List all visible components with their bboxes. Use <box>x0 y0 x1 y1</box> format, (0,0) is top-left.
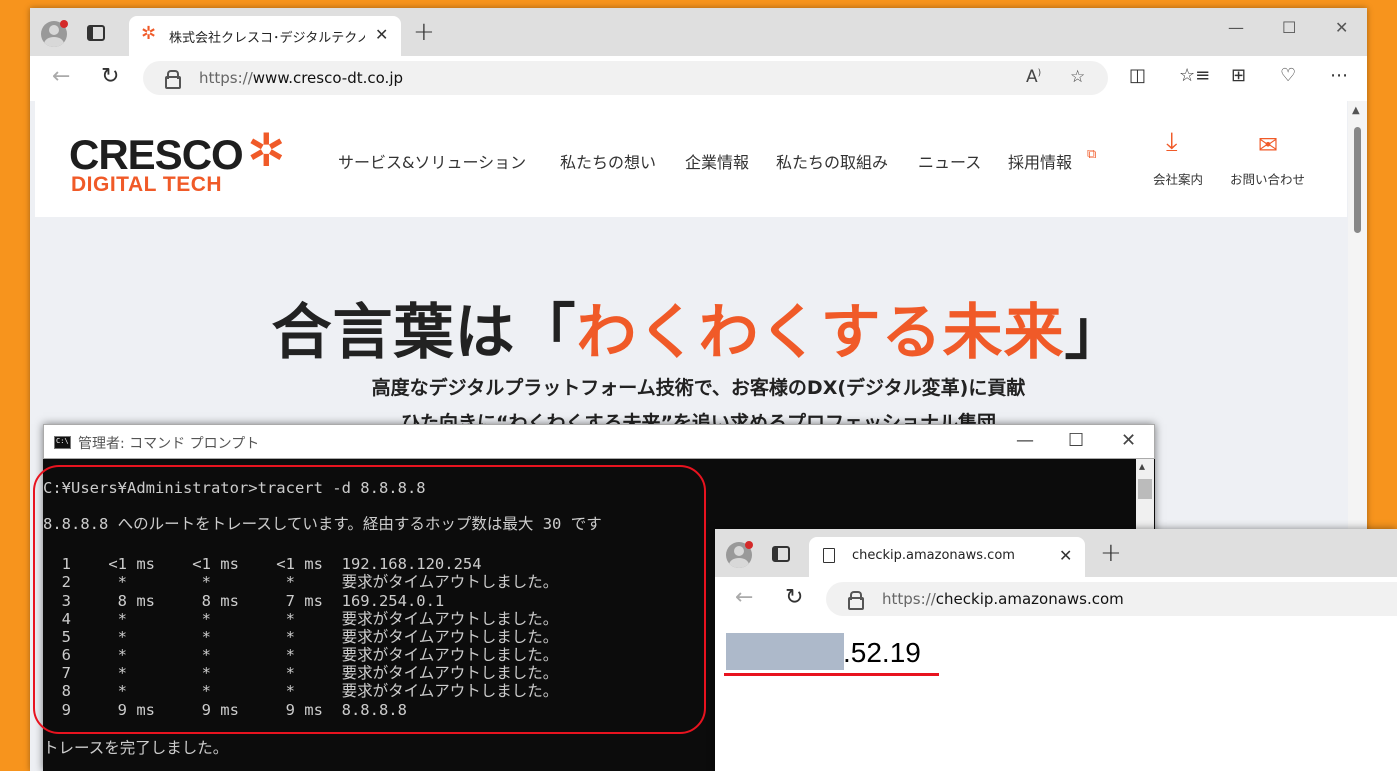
console-line: 7 * * * 要求がタイムアウトしました。 <box>43 664 559 682</box>
tab-strip-2: checkip.amazonaws.com ✕ + <box>715 529 1397 577</box>
split-screen-icon[interactable]: ◫ <box>1129 65 1146 86</box>
notification-dot-icon <box>745 541 753 549</box>
checkip-browser-window: checkip.amazonaws.com ✕ + ← ↻ https://ch… <box>715 529 1397 771</box>
new-tab-icon[interactable]: + <box>413 17 435 47</box>
console-line: 8.8.8.8 へのルートをトレースしています。経由するホップ数は最大 30 で… <box>43 515 602 533</box>
scroll-thumb[interactable] <box>1354 127 1361 233</box>
favorite-star-icon[interactable]: ☆ <box>1070 67 1085 87</box>
browser-essentials-icon[interactable]: ♡ <box>1280 65 1296 86</box>
browser-toolbar: ← ↻ https://www.cresco-dt.co.jp A) ☆ ◫ ☆… <box>30 56 1367 101</box>
logo-sub-text[interactable]: DIGITAL TECH <box>71 173 222 197</box>
close-window-icon[interactable]: ✕ <box>1335 18 1348 37</box>
back-icon[interactable]: ← <box>735 585 753 610</box>
tab-actions-icon[interactable] <box>772 546 790 562</box>
address-bar[interactable]: https://checkip.amazonaws.com <box>826 582 1397 616</box>
cresco-favicon-icon: ✲ <box>141 23 157 44</box>
redacted-ip-block <box>726 633 844 670</box>
cmd-scroll-thumb[interactable] <box>1138 479 1152 499</box>
tab-actions-icon[interactable] <box>87 25 105 41</box>
lock-icon[interactable] <box>848 591 864 610</box>
browser-toolbar-2: ← ↻ https://checkip.amazonaws.com <box>715 577 1397 622</box>
tab-title: checkip.amazonaws.com <box>852 548 1015 563</box>
refresh-icon[interactable]: ↻ <box>101 64 119 89</box>
more-icon[interactable]: ⋯ <box>1330 65 1348 86</box>
nav-philosophy[interactable]: 私たちの想い <box>560 149 656 173</box>
minimize-icon[interactable]: — <box>1228 18 1244 37</box>
console-line: 5 * * * 要求がタイムアウトしました。 <box>43 628 559 646</box>
cmd-title: 管理者: コマンド プロンプト <box>78 436 260 452</box>
site-header: CRESCO ✲ DIGITAL TECH サービス&ソリューション 私たちの想… <box>35 101 1347 217</box>
new-tab-icon[interactable]: + <box>1100 538 1122 568</box>
address-bar[interactable]: https://www.cresco-dt.co.jp A) ☆ <box>143 61 1108 95</box>
nav-initiatives[interactable]: 私たちの取組み <box>776 149 888 173</box>
cresco-logo-icon[interactable]: ✲ <box>247 123 286 177</box>
nav-recruit[interactable]: 採用情報 <box>1008 149 1072 173</box>
cmd-maximize-icon[interactable]: ☐ <box>1068 430 1084 451</box>
url-text[interactable]: https://checkip.amazonaws.com <box>882 590 1124 608</box>
contact-label[interactable]: お問い合わせ <box>1230 169 1305 188</box>
nav-services[interactable]: サービス&ソリューション <box>338 149 526 173</box>
maximize-icon[interactable]: ☐ <box>1282 18 1296 37</box>
refresh-icon[interactable]: ↻ <box>785 585 803 610</box>
notification-dot-icon <box>60 20 68 28</box>
cmd-titlebar[interactable]: 管理者: コマンド プロンプト — ☐ ✕ <box>43 424 1155 459</box>
cmd-close-icon[interactable]: ✕ <box>1121 430 1136 451</box>
console-line: 2 * * * 要求がタイムアウトしました。 <box>43 573 559 591</box>
company-brochure-label[interactable]: 会社案内 <box>1153 169 1203 188</box>
console-line: 6 * * * 要求がタイムアウトしました。 <box>43 646 559 664</box>
cmd-app-icon <box>54 436 71 449</box>
console-line: 1 <1 ms <1 ms <1 ms 192.168.120.254 <box>43 555 482 573</box>
collections-icon[interactable]: ⊞ <box>1231 65 1246 86</box>
favorites-icon[interactable]: ☆≡ <box>1179 65 1210 86</box>
download-icon[interactable]: ⤓ <box>1166 127 1178 158</box>
tab-strip: ✲ 株式会社クレスコ･デジタルテクノロジー ✕ + — ☐ ✕ <box>30 8 1367 56</box>
nav-company[interactable]: 企業情報 <box>685 149 749 173</box>
back-icon[interactable]: ← <box>52 64 70 89</box>
hero-headline: 合言葉は「わくわくする未来」 <box>271 298 1126 368</box>
close-tab-icon[interactable]: ✕ <box>1059 546 1072 565</box>
console-line: 9 9 ms 9 ms 9 ms 8.8.8.8 <box>43 701 407 719</box>
hero-subline-1: 高度なデジタルプラットフォーム技術で、お客様のDX(デジタル変革)に貢献 <box>371 377 1026 399</box>
cmd-scroll-up-icon[interactable]: ▴ <box>1139 459 1145 473</box>
lock-icon[interactable] <box>165 70 181 89</box>
external-link-icon: ⧉ <box>1087 147 1097 162</box>
ip-underline <box>724 673 939 676</box>
console-line: トレースを完了しました。 <box>43 739 229 757</box>
mail-icon[interactable]: ✉ <box>1258 131 1278 159</box>
close-tab-icon[interactable]: ✕ <box>375 25 388 44</box>
console-line: 4 * * * 要求がタイムアウトしました。 <box>43 610 559 628</box>
console-line: 8 * * * 要求がタイムアウトしました。 <box>43 682 559 700</box>
nav-news[interactable]: ニュース <box>918 149 981 173</box>
read-aloud-icon[interactable]: A) <box>1026 67 1041 87</box>
console-line: C:¥Users¥Administrator>tracert -d 8.8.8.… <box>43 479 426 497</box>
logo-main-text[interactable]: CRESCO <box>69 131 244 179</box>
cmd-minimize-icon[interactable]: — <box>1016 430 1034 451</box>
tab-checkip[interactable]: checkip.amazonaws.com ✕ <box>809 537 1085 577</box>
public-ip-text: .52.19 <box>843 637 921 668</box>
scroll-up-icon[interactable]: ▲ <box>1352 105 1360 116</box>
url-text[interactable]: https://www.cresco-dt.co.jp <box>199 69 403 87</box>
page-icon <box>823 548 835 563</box>
tab-title: 株式会社クレスコ･デジタルテクノロジー <box>169 31 365 46</box>
tab-cresco[interactable]: ✲ 株式会社クレスコ･デジタルテクノロジー ✕ <box>129 16 401 56</box>
console-output[interactable]: C:¥Users¥Administrator>tracert -d 8.8.8.… <box>43 459 602 756</box>
console-line: 3 8 ms 8 ms 7 ms 169.254.0.1 <box>43 592 445 610</box>
